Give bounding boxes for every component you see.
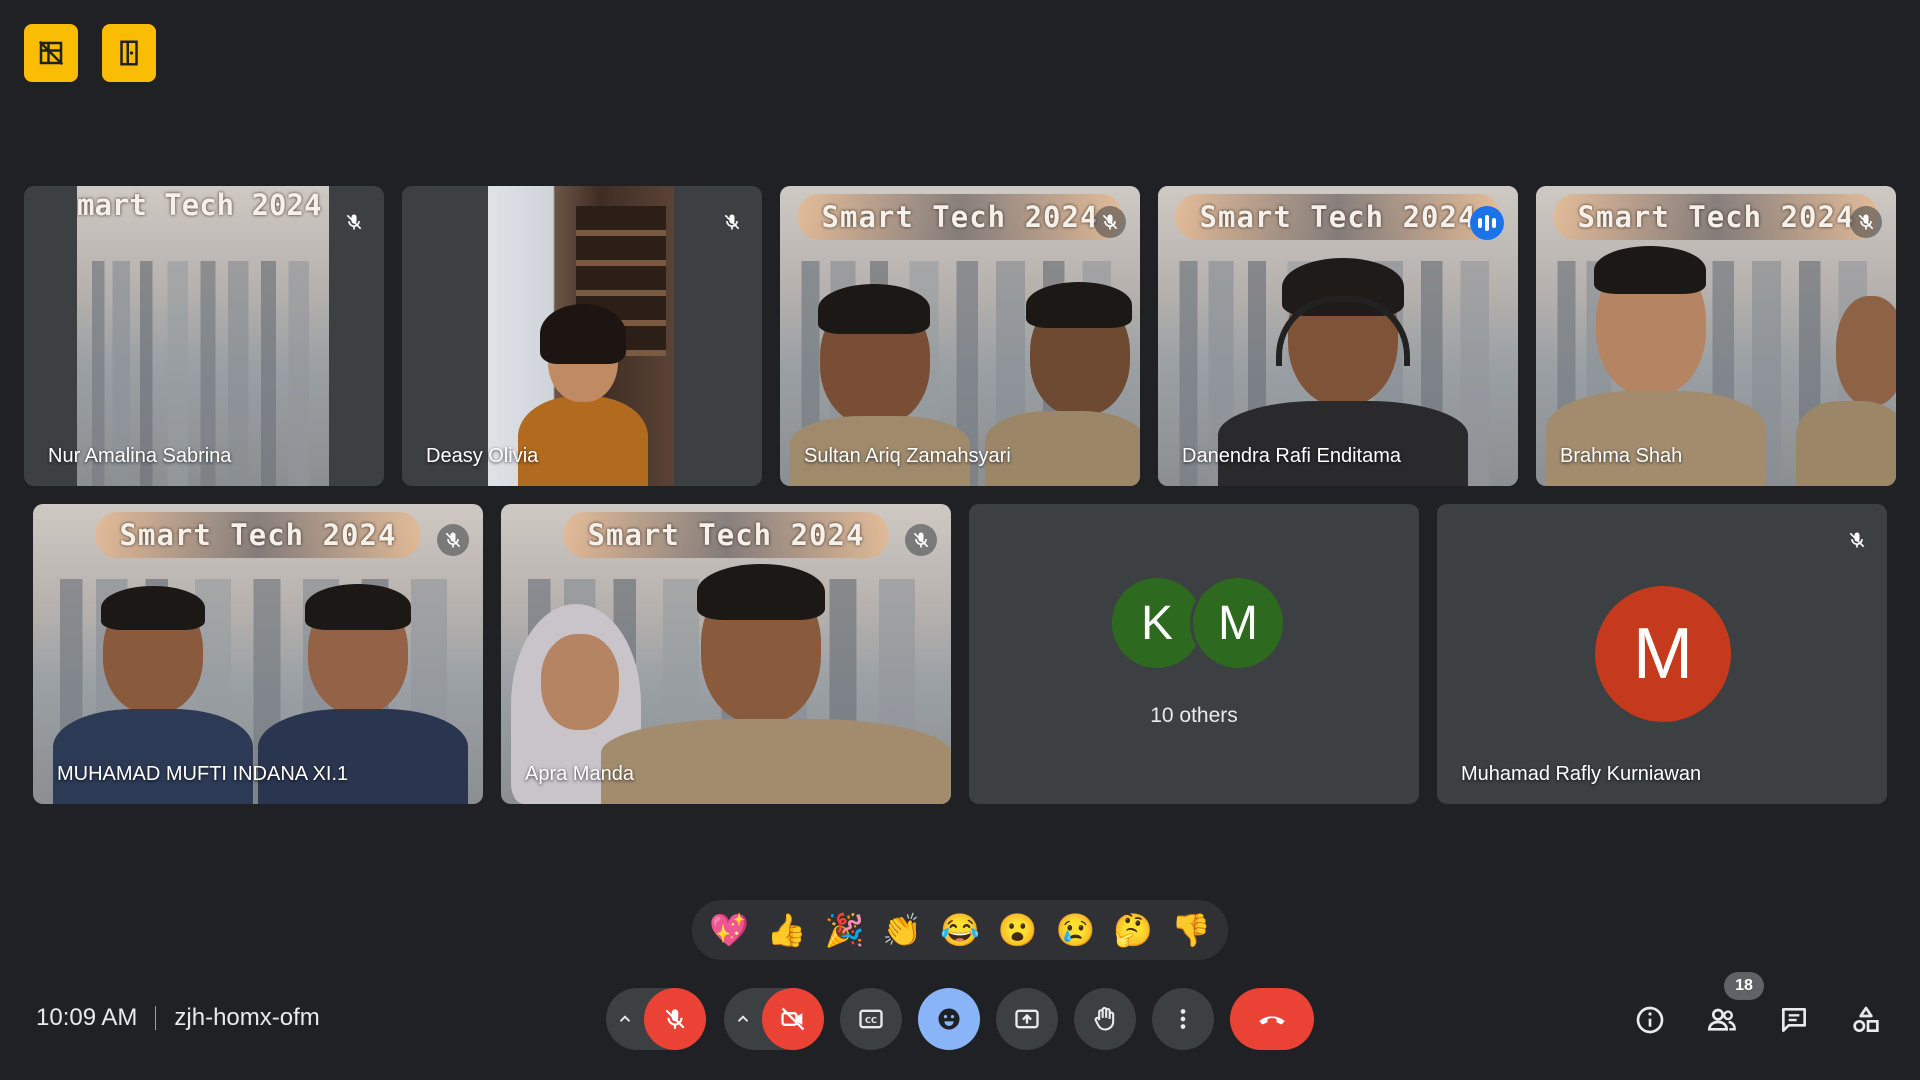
chevron-up-icon — [737, 1015, 749, 1022]
microphone-control — [606, 988, 706, 1050]
participant-tile[interactable]: Smart Tech 2024 Apra Manda — [501, 504, 951, 804]
hang-up-icon — [1259, 1016, 1285, 1025]
raise-hand-button[interactable] — [1074, 988, 1136, 1050]
mic-off-icon — [724, 214, 740, 230]
more-options-button[interactable] — [1152, 988, 1214, 1050]
chevron-up-icon — [619, 1015, 631, 1022]
door-exit-badge[interactable] — [102, 24, 156, 82]
reaction-surprised[interactable]: 😮 — [994, 914, 1042, 946]
participant-tile[interactable]: Deasy Olivia — [402, 186, 762, 486]
mic-off-icon — [913, 532, 929, 548]
divider — [155, 1006, 157, 1030]
present-screen-button[interactable] — [996, 988, 1058, 1050]
people-button[interactable] — [1702, 1000, 1742, 1040]
chat-button[interactable] — [1774, 1000, 1814, 1040]
participant-name: Sultan Ariq Zamahsyari — [804, 445, 1011, 467]
no-video-grid-badge[interactable] — [24, 24, 78, 82]
participant-tile-active-speaker[interactable]: Smart Tech 2024 Danendra Rafi Enditama — [1158, 186, 1518, 486]
participant-name: Deasy Olivia — [426, 445, 539, 467]
captions-button[interactable]: CC — [840, 988, 902, 1050]
avatar: M — [1193, 578, 1283, 668]
event-banner: Smart Tech 2024 — [563, 512, 889, 558]
event-banner: Smart Tech 2024 — [1553, 194, 1879, 240]
participant-name: Danendra Rafi Enditama — [1182, 445, 1402, 467]
camera-toggle-button[interactable] — [762, 988, 824, 1050]
event-banner: Smart Tech 2024 — [95, 512, 421, 558]
event-banner: mart Tech 2024 — [77, 188, 322, 222]
participant-name: Apra Manda — [525, 763, 634, 785]
reaction-thumbs-down[interactable]: 👎 — [1167, 914, 1215, 946]
camera-off-icon — [781, 1007, 805, 1031]
speaking-indicator — [1470, 206, 1504, 240]
info-icon — [1636, 1006, 1664, 1034]
reaction-laugh[interactable]: 😂 — [936, 914, 984, 946]
reaction-clap[interactable]: 👏 — [878, 914, 926, 946]
reaction-party[interactable]: 🎉 — [820, 914, 868, 946]
captions-icon: CC — [859, 1009, 883, 1029]
participant-tile[interactable]: Smart Tech 2024 Sultan Ariq Zamahsyari — [780, 186, 1140, 486]
event-banner: Smart Tech 2024 — [1175, 194, 1501, 240]
emoji-icon — [938, 1008, 960, 1030]
meeting-code[interactable]: zjh-homx-ofm — [174, 1004, 319, 1032]
chat-icon — [1782, 1008, 1806, 1032]
participant-name: Nur Amalina Sabrina — [48, 445, 232, 467]
mic-off-indicator — [905, 524, 937, 556]
participant-name: MUHAMAD MUFTI INDANA XI.1 — [57, 763, 349, 785]
participant-tile[interactable]: Smart Tech 2024 Brahma Shah — [1536, 186, 1896, 486]
present-screen-icon — [1015, 1009, 1039, 1029]
mic-off-icon — [665, 1009, 685, 1029]
mic-off-indicator — [1841, 524, 1873, 556]
reactions-bar: 💖 👍 🎉 👏 😂 😮 😢 🤔 👎 — [692, 900, 1228, 960]
people-icon — [1707, 1008, 1736, 1031]
door-exit-icon — [120, 40, 138, 66]
mic-off-icon — [445, 532, 461, 548]
avatar: K — [1112, 578, 1202, 668]
participant-name: Muhamad Rafly Kurniawan — [1461, 763, 1702, 785]
camera-control — [724, 988, 824, 1050]
mic-off-icon — [1102, 214, 1118, 230]
participant-name: Brahma Shah — [1560, 445, 1683, 467]
participant-video — [488, 186, 674, 486]
reaction-thumbs-up[interactable]: 👍 — [763, 914, 811, 946]
svg-text:CC: CC — [865, 1015, 877, 1025]
event-banner: Smart Tech 2024 — [797, 194, 1123, 240]
avatar: M — [1595, 586, 1731, 722]
audio-options-button[interactable] — [606, 1010, 644, 1028]
meeting-info: 10:09 AM zjh-homx-ofm — [36, 1004, 320, 1032]
reactions-button[interactable] — [918, 988, 980, 1050]
participants-count-badge: 18 — [1724, 972, 1764, 1000]
mic-off-indicator — [1094, 206, 1126, 238]
activities-button[interactable] — [1846, 1000, 1886, 1040]
participant-tile[interactable]: Smart Tech 2024 MUHAMAD MUFTI INDANA XI.… — [33, 504, 483, 804]
mic-off-icon — [346, 214, 362, 230]
mic-off-icon — [1849, 532, 1865, 548]
more-options-icon — [1180, 1009, 1186, 1029]
mic-off-indicator — [716, 206, 748, 238]
mic-off-icon — [1858, 214, 1874, 230]
mic-off-indicator — [1850, 206, 1882, 238]
participant-tile[interactable]: M Muhamad Rafly Kurniawan — [1437, 504, 1887, 804]
reaction-sad[interactable]: 😢 — [1051, 914, 1099, 946]
mic-off-indicator — [338, 206, 370, 238]
reaction-thinking[interactable]: 🤔 — [1109, 914, 1157, 946]
reaction-heart[interactable]: 💖 — [705, 914, 753, 946]
others-count-label: 10 others — [1150, 704, 1238, 727]
raise-hand-icon — [1094, 1006, 1115, 1031]
participant-tile[interactable]: mart Tech 2024 Nur Amalina Sabrina — [24, 186, 384, 486]
mic-toggle-button[interactable] — [644, 988, 706, 1050]
meeting-details-button[interactable] — [1630, 1000, 1670, 1040]
meeting-time: 10:09 AM — [36, 1004, 138, 1031]
no-video-grid-icon — [38, 40, 64, 66]
mic-off-indicator — [437, 524, 469, 556]
leave-call-button[interactable] — [1230, 988, 1314, 1050]
others-tile[interactable]: K M 10 others — [969, 504, 1419, 804]
activities-icon — [1853, 1006, 1879, 1032]
video-options-button[interactable] — [724, 1010, 762, 1028]
